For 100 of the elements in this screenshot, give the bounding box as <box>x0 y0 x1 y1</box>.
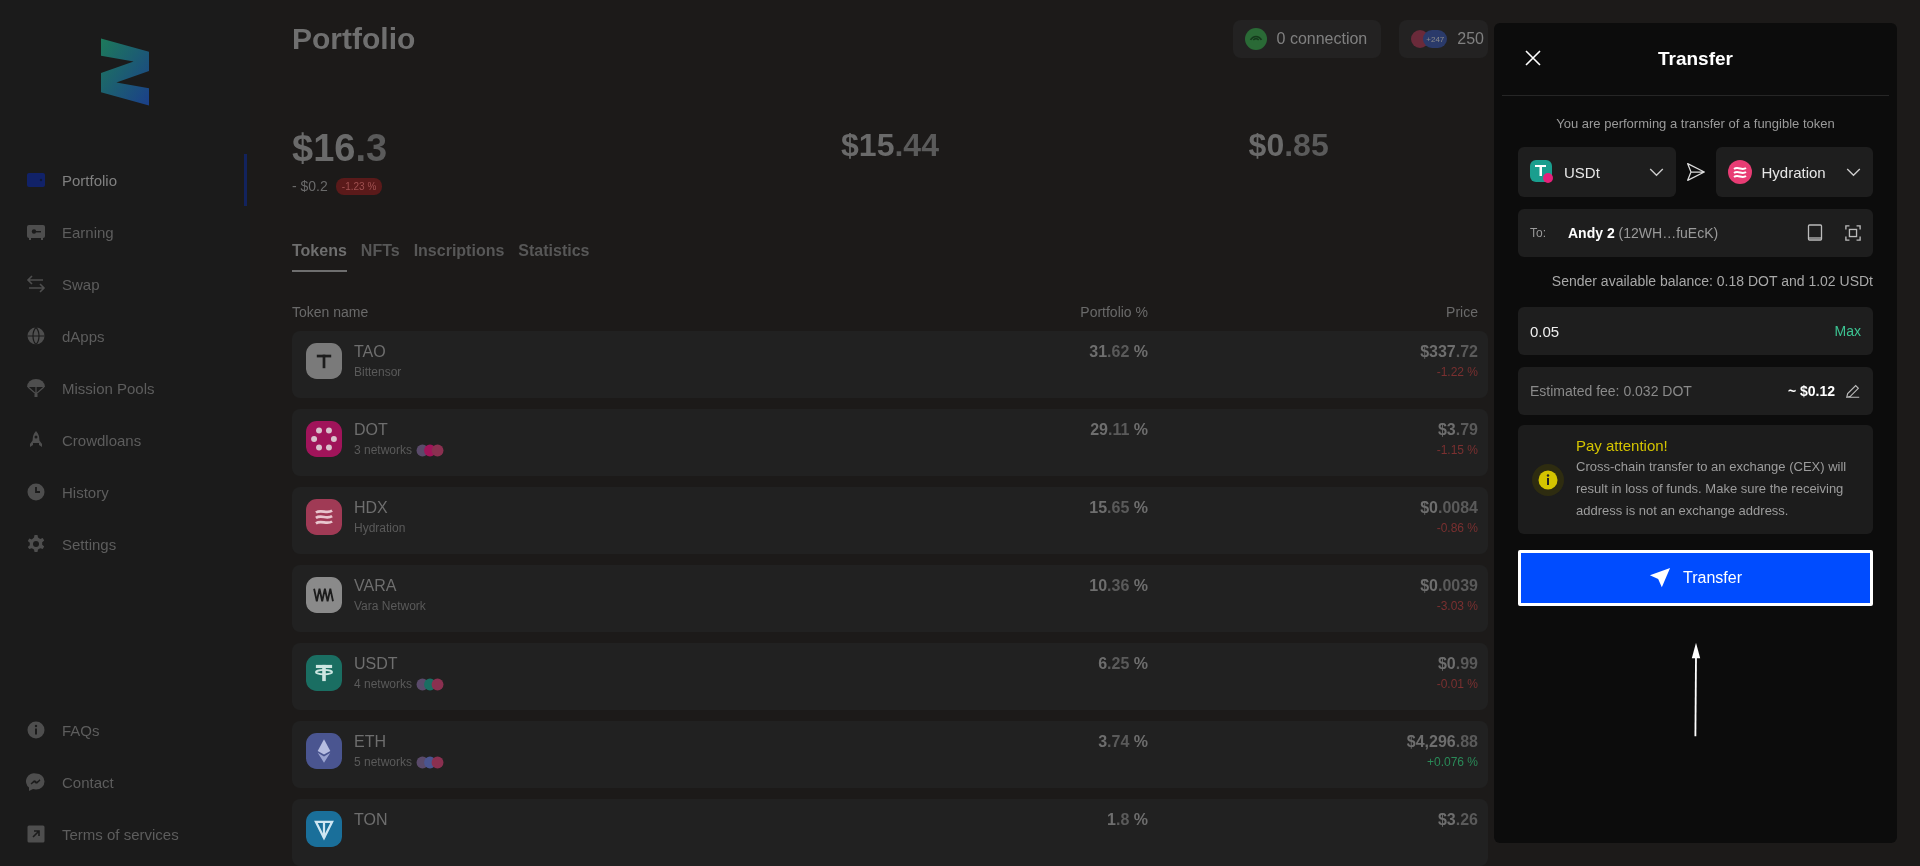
tab[interactable]: Inscriptions <box>413 241 505 272</box>
accounts-button[interactable]: +247 250 <box>1399 20 1488 59</box>
max-button[interactable]: Max <box>1834 323 1861 339</box>
price-change: -3.03 % <box>1436 599 1478 613</box>
token-symbol: VARA <box>354 577 398 595</box>
sidebar-item[interactable]: Terms of services <box>0 808 250 860</box>
sidebar-item[interactable]: dApps <box>0 310 250 362</box>
token-row[interactable]: ETH 5 networks 3.74 % $4,296.88 +0.076 % <box>292 721 1488 788</box>
token-symbol: ETH <box>354 733 387 751</box>
column-header: Portfolio % <box>1080 303 1148 322</box>
token-price: $0.0039 <box>1420 577 1478 595</box>
clock-icon <box>26 482 46 502</box>
portfolio-share: 31.62 % <box>1089 343 1148 362</box>
page-title: Portfolio <box>292 22 416 57</box>
balance-amount: $0.85 <box>1248 126 1329 164</box>
portfolio-share: 1.8 % <box>1107 811 1148 830</box>
token-row[interactable]: DOT 3 networks 29.11 % $3.79 -1.15 % <box>292 409 1488 476</box>
sidebar-item[interactable]: History <box>0 466 250 518</box>
token-price: $0.99 <box>1437 655 1478 673</box>
sidebar-item[interactable]: Crowdloans <box>0 414 250 466</box>
warning-title: Pay attention! <box>1576 437 1669 454</box>
portfolio-share: 10.36 % <box>1089 577 1148 596</box>
price-change: -0.86 % <box>1436 521 1478 535</box>
sidebar-item[interactable]: Earning <box>0 206 250 258</box>
scan-icon[interactable] <box>1845 224 1861 242</box>
warning-text: Cross-chain transfer to an exchange (CEX) will result in loss of funds. Make sure the receiving address is not an exchange address. <box>1576 458 1848 520</box>
token-row[interactable]: TON 1.8 % $3.26 <box>292 799 1488 866</box>
token-select[interactable]: USDt <box>1518 147 1676 197</box>
sidebar-item[interactable]: Settings <box>0 518 250 570</box>
amount-field[interactable]: 0.05 Max <box>1518 307 1873 355</box>
sidebar-item[interactable]: Mission Pools <box>0 362 250 414</box>
panel-title: Transfer <box>1658 48 1733 70</box>
wallet-icon <box>26 170 46 190</box>
token-subtitle: Hydration <box>354 521 406 535</box>
portfolio-share: 15.65 % <box>1089 499 1148 518</box>
token-row[interactable]: USDT 4 networks 6.25 % $0.99 -0.01 % <box>292 643 1488 710</box>
chevron-down-icon <box>1648 167 1664 177</box>
external-icon <box>26 824 46 844</box>
app-logo <box>101 38 149 106</box>
token-price: $3.79 <box>1437 421 1478 439</box>
connection-icon <box>1244 28 1267 51</box>
price-change: +0.076 % <box>1426 755 1478 769</box>
address-book-icon[interactable] <box>1807 224 1823 242</box>
send-icon <box>1649 567 1671 589</box>
token-symbol: TAO <box>354 343 387 361</box>
balance-amount: $15.44 <box>841 126 939 164</box>
fee-label: Estimated fee: 0.032 DOT <box>1530 383 1693 399</box>
chevron-down-icon <box>1846 167 1861 177</box>
usdt-token-icon <box>1530 160 1554 184</box>
safe-icon <box>26 222 46 242</box>
token-row[interactable]: VARA Vara Network 10.36 % $0.0039 -3.03 % <box>292 565 1488 632</box>
token-subtitle: Bittensor <box>354 365 402 379</box>
info-icon <box>1532 463 1564 496</box>
token-price: $337.72 <box>1420 343 1478 361</box>
sidebar-item[interactable]: Portfolio <box>0 154 250 206</box>
sidebar-item[interactable]: Contact <box>0 756 250 808</box>
swap-icon <box>26 274 46 294</box>
edit-icon[interactable] <box>1845 383 1861 399</box>
balance-amount: $16.3 <box>292 126 388 170</box>
gear-icon <box>26 534 46 554</box>
balance-change: - $0.2 <box>292 178 328 195</box>
chat-icon <box>26 772 46 792</box>
token-row[interactable]: TAO Bittensor 31.62 % $337.72 -1.22 % <box>292 331 1488 398</box>
fee-value: ~ $0.12 <box>1787 383 1835 399</box>
recipient-value: Andy 2 (12WH…fuEcK) <box>1568 225 1720 241</box>
tab[interactable]: NFTs <box>360 241 400 272</box>
hydration-chain-icon <box>1727 160 1752 184</box>
recipient-field[interactable]: To: Andy 2 (12WH…fuEcK) <box>1518 209 1873 257</box>
close-icon[interactable] <box>1525 50 1541 66</box>
price-change: -0.01 % <box>1436 677 1478 691</box>
globe-icon <box>26 326 46 346</box>
destination-select[interactable]: Hydration <box>1715 147 1873 197</box>
available-balance: Sender available balance: 0.18 DOT and 1.02 USDt <box>1550 273 1873 289</box>
column-header: Price <box>1446 303 1478 322</box>
panel-subtitle: You are performing a transfer of a fungible token <box>1555 116 1836 131</box>
sidebar-item[interactable]: Swap <box>0 258 250 310</box>
portfolio-share: 29.11 % <box>1090 421 1148 440</box>
token-subtitle: 4 networks <box>354 677 413 691</box>
send-icon <box>1685 162 1706 182</box>
sidebar-item[interactable]: FAQs <box>0 704 250 756</box>
transfer-button[interactable]: Transfer <box>1518 550 1873 606</box>
info-icon <box>26 720 46 740</box>
change-percent-badge: -1.23 % <box>335 177 383 195</box>
token-symbol: TON <box>354 811 388 829</box>
column-header: Token name <box>292 303 370 322</box>
portfolio-share: 3.74 % <box>1098 733 1148 752</box>
portfolio-share: 6.25 % <box>1098 655 1148 674</box>
token-subtitle: Vara Network <box>354 599 426 613</box>
price-change: -1.15 % <box>1436 443 1478 457</box>
connection-button[interactable]: 0 connection <box>1232 20 1382 59</box>
token-symbol: DOT <box>354 421 389 439</box>
token-row[interactable]: HDX Hydration 15.65 % $0.0084 -0.86 % <box>292 487 1488 554</box>
price-change: -1.22 % <box>1436 365 1478 379</box>
token-symbol: USDT <box>354 655 399 673</box>
token-symbol: HDX <box>354 499 389 517</box>
tab[interactable]: Tokens <box>292 241 347 272</box>
token-price: $0.0084 <box>1420 499 1478 517</box>
more-accounts-badge: +247 <box>1423 30 1448 49</box>
token-subtitle: 3 networks <box>354 443 413 457</box>
tab[interactable]: Statistics <box>518 241 590 272</box>
